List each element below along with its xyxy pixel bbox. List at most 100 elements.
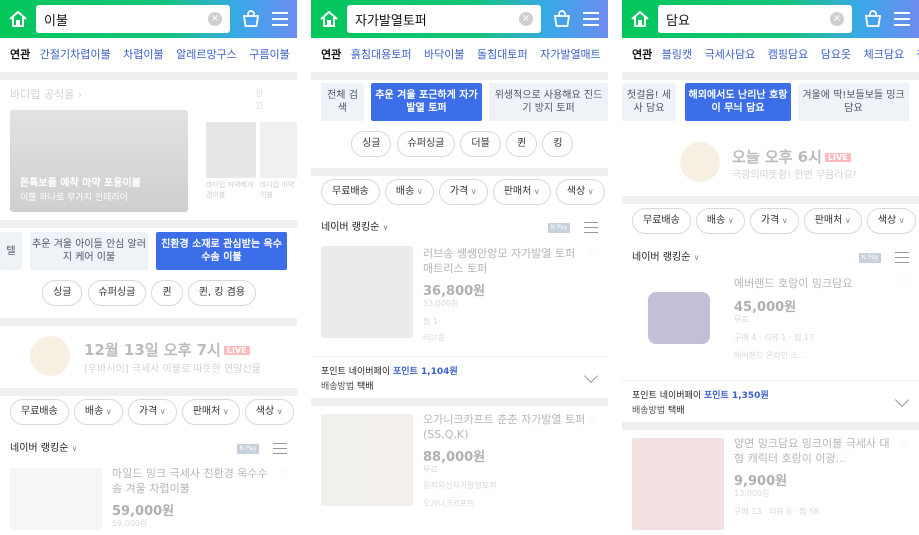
point-info[interactable]: 포인트 네이버페이 포인트 1,350원 배송방법 택배 bbox=[622, 380, 919, 422]
related-label: 연관 bbox=[321, 48, 342, 61]
list-view-icon[interactable] bbox=[584, 222, 598, 234]
store-name[interactable]: 오가니크카프트 bbox=[423, 498, 475, 509]
product-extra: 찜 1 bbox=[423, 317, 438, 326]
search-input[interactable]: 담요 × bbox=[658, 5, 852, 33]
search-input[interactable]: 이불 × bbox=[36, 5, 230, 33]
related-keyword[interactable]: 캠핑담요 bbox=[768, 48, 808, 61]
product-title[interactable]: 러브송 쌩쌩안양모 자가발열 토퍼 매트리스 토퍼 bbox=[423, 246, 586, 276]
ranking-sort[interactable]: 네이버 랭킹순 bbox=[10, 443, 68, 454]
heart-icon[interactable]: ♡ bbox=[277, 468, 287, 481]
filter-chip[interactable]: 배송 bbox=[73, 399, 123, 425]
size-chip[interactable]: 퀸 bbox=[505, 131, 538, 157]
filter-chip[interactable]: 가격 bbox=[127, 399, 177, 425]
menu-icon[interactable] bbox=[583, 10, 599, 28]
size-chip[interactable]: 퀸, 킹 겸용 bbox=[187, 280, 257, 306]
ad-thumb[interactable] bbox=[260, 122, 297, 178]
filter-chip[interactable]: 무료배송 bbox=[321, 179, 380, 205]
size-chip[interactable]: 더블 bbox=[460, 131, 501, 157]
theme-box[interactable]: 전체 검색 bbox=[321, 83, 364, 121]
ad-banner[interactable]: 폰톡보풀 예착 마약 포용이불 이불 하나로 무가지 인테리어 bbox=[10, 110, 188, 212]
chevron-down-icon[interactable] bbox=[894, 392, 910, 408]
related-keyword[interactable]: 담요옷 bbox=[821, 48, 851, 61]
search-input[interactable]: 자가발열토퍼 × bbox=[347, 5, 541, 33]
point-info[interactable]: 포인트 네이버페이 포인트 1,104원 배송방법 택배 bbox=[311, 356, 608, 398]
menu-icon[interactable] bbox=[272, 10, 288, 28]
size-chip[interactable]: 싱글 bbox=[42, 280, 83, 306]
product-image[interactable] bbox=[321, 246, 413, 338]
clear-icon[interactable]: × bbox=[830, 12, 844, 26]
filter-chip[interactable]: 색상 bbox=[244, 399, 294, 425]
heart-icon[interactable]: ♡ bbox=[588, 414, 598, 427]
related-keyword[interactable]: 극세사담요 bbox=[705, 48, 756, 61]
filter-chip[interactable]: 색상 bbox=[555, 179, 605, 205]
theme-box[interactable]: 텔 bbox=[0, 232, 22, 270]
related-keyword[interactable]: 간절기차렵이불 bbox=[40, 48, 111, 61]
theme-box-selected[interactable]: 친환경 소재로 관심받는 옥수수솜 이불 bbox=[156, 232, 287, 270]
list-view-icon[interactable] bbox=[895, 252, 909, 264]
size-chip[interactable]: 싱글 bbox=[351, 131, 392, 157]
filter-chip[interactable]: 배송 bbox=[695, 208, 745, 234]
product-title[interactable]: 양면 밍크담요 밍크이불 극세사 대형 캐릭터 호랑이 이광... bbox=[734, 436, 897, 466]
chevron-down-icon[interactable] bbox=[583, 368, 599, 384]
product-image[interactable] bbox=[321, 414, 413, 506]
size-chip[interactable]: 킹 bbox=[542, 131, 574, 157]
size-chip[interactable]: 슈퍼싱글 bbox=[87, 280, 147, 306]
filter-chip[interactable]: 판매처 bbox=[492, 179, 551, 205]
npay-filter[interactable]: N Pay bbox=[548, 223, 570, 233]
ad-thumb[interactable] bbox=[206, 122, 256, 178]
search-query: 이불 bbox=[44, 14, 68, 29]
heart-icon[interactable]: ♡ bbox=[588, 248, 598, 261]
heart-icon[interactable]: ♡ bbox=[899, 438, 909, 451]
shopping-bag-icon[interactable] bbox=[863, 9, 883, 29]
related-keyword[interactable]: 자가발열매트 bbox=[540, 48, 601, 61]
filter-chip[interactable]: 배송 bbox=[384, 179, 434, 205]
size-chip[interactable]: 퀸 bbox=[151, 280, 183, 306]
npay-filter[interactable]: N Pay bbox=[859, 253, 881, 263]
filter-chip[interactable]: 판매처 bbox=[181, 399, 240, 425]
product-title[interactable]: 오가니크카프트 춘춘 자가발열 토퍼 (SS,Q,K) bbox=[423, 412, 586, 442]
size-chip[interactable]: 슈퍼싱글 bbox=[396, 131, 456, 157]
home-icon[interactable] bbox=[317, 7, 341, 31]
theme-box[interactable]: 겨울에 딱!보들보들 밍크 담요 bbox=[798, 83, 909, 121]
theme-box-selected[interactable]: 해외에서도 난리난 호랑이 무늬 담요 bbox=[685, 83, 791, 121]
theme-box[interactable]: 추운 겨울 아이들 안심 알러지 케어 이불 bbox=[30, 232, 148, 270]
filter-chip[interactable]: 판매처 bbox=[803, 208, 862, 234]
filter-chip[interactable]: 가격 bbox=[438, 179, 488, 205]
store-name[interactable]: 러브송 bbox=[423, 332, 445, 343]
related-keyword[interactable]: 차렵이불 bbox=[123, 48, 163, 61]
product-image[interactable] bbox=[10, 468, 102, 530]
list-view-icon[interactable] bbox=[273, 443, 287, 455]
home-icon[interactable] bbox=[6, 7, 30, 31]
home-icon[interactable] bbox=[628, 7, 652, 31]
related-keyword[interactable]: 흙침대용토퍼 bbox=[351, 48, 412, 61]
product-title[interactable]: 에버랜드 호랑이 밍크담요 bbox=[734, 276, 897, 291]
size-chips: 싱글 슈퍼싱글 퀸 퀸, 킹 겸용 bbox=[42, 280, 257, 306]
heart-icon[interactable]: ♡ bbox=[899, 276, 909, 289]
npay-filter[interactable]: N Pay bbox=[237, 444, 259, 454]
product-image[interactable] bbox=[632, 438, 724, 530]
shopping-bag-icon[interactable] bbox=[552, 9, 572, 29]
ranking-sort[interactable]: 네이버 랭킹순 bbox=[321, 222, 379, 233]
related-keyword[interactable]: 블링캣 bbox=[662, 48, 692, 61]
theme-box-selected[interactable]: 추운 겨울 포근하게 자가발열 토퍼 bbox=[371, 83, 482, 121]
clear-icon[interactable]: × bbox=[519, 12, 533, 26]
product-price: 36,800원 bbox=[423, 284, 486, 299]
related-keyword[interactable]: 구름이불 bbox=[249, 48, 289, 61]
related-keyword[interactable]: 돌침대토퍼 bbox=[477, 48, 528, 61]
filter-chip[interactable]: 무료배송 bbox=[10, 399, 69, 425]
related-keyword[interactable]: 바닥이불 bbox=[424, 48, 464, 61]
clear-icon[interactable]: × bbox=[208, 12, 222, 26]
related-keyword[interactable]: 체크담요 bbox=[864, 48, 904, 61]
shopping-bag-icon[interactable] bbox=[241, 9, 261, 29]
related-keyword[interactable]: 알레르망구스 bbox=[176, 48, 237, 61]
filter-chip[interactable]: 무료배송 bbox=[632, 208, 691, 234]
theme-box[interactable]: 첫걸음! 세사 담요 bbox=[622, 83, 676, 121]
filter-chip[interactable]: 가격 bbox=[749, 208, 799, 234]
product-title[interactable]: 마일드 밍크 극세사 친환경 옥수수솜 겨울 차렵이불 bbox=[112, 466, 275, 496]
product-image[interactable] bbox=[632, 274, 724, 366]
theme-box[interactable]: 위생적으로 사용해요 진드기 방지 토퍼 bbox=[489, 83, 608, 121]
menu-icon[interactable] bbox=[894, 10, 910, 28]
filter-chip[interactable]: 색상 bbox=[866, 208, 916, 234]
store-name[interactable]: 에버랜드 온라인 스... bbox=[734, 350, 806, 361]
ranking-sort[interactable]: 네이버 랭킹순 bbox=[632, 252, 690, 263]
